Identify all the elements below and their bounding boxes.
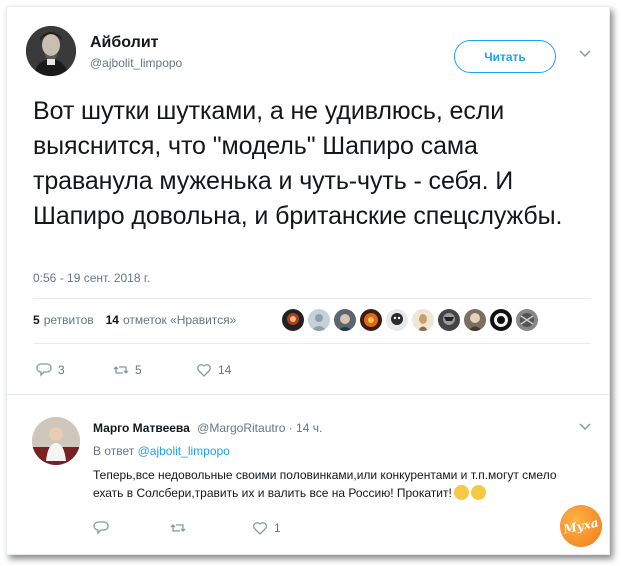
reply-to-prefix: В ответ [93, 444, 135, 458]
reply-author-handle[interactable]: @MargoRitautro [197, 421, 285, 435]
reply-retweet-action[interactable] [170, 520, 192, 536]
reply-author-avatar[interactable] [32, 417, 80, 465]
smiling-emoji-icon [470, 485, 486, 500]
tweet-stats: 5 ретвитов 14 отметок «Нравится» [33, 313, 236, 327]
chevron-down-icon[interactable] [578, 420, 592, 434]
retweet-count: 5 [135, 363, 142, 377]
liker-avatar[interactable] [516, 309, 538, 331]
liker-avatar[interactable] [412, 309, 434, 331]
liker-avatar[interactable] [282, 309, 304, 331]
reply-to-handle[interactable]: @ajbolit_limpopo [138, 444, 230, 458]
reply-header: Марго Матвеева @MargoRitautro · 14 ч. [93, 421, 322, 435]
heart-icon[interactable] [196, 362, 212, 378]
liker-avatar[interactable] [360, 309, 382, 331]
likers-avatars [282, 309, 538, 331]
reply-count: 3 [58, 363, 65, 377]
retweet-action[interactable]: 5 [113, 362, 142, 378]
like-action[interactable]: 14 [196, 362, 231, 378]
tweet-text: Вот шутки шутками, а не удивлюсь, если в… [33, 97, 563, 230]
liker-avatar[interactable] [464, 309, 486, 331]
reply-text-body: Теперь,все недовольные своими половинкам… [93, 468, 557, 500]
liker-avatar[interactable] [386, 309, 408, 331]
retweets-label: ретвитов [43, 313, 94, 327]
author-name[interactable]: Айболит [90, 34, 158, 52]
retweet-icon[interactable] [113, 362, 129, 378]
author-avatar[interactable] [26, 26, 76, 76]
likes-label: отметок «Нравится» [122, 313, 237, 327]
reply-like-count: 1 [274, 521, 281, 535]
reply-action[interactable]: 3 [36, 362, 65, 378]
author-handle[interactable]: @ajbolit_limpopo [90, 56, 182, 70]
thinking-emoji-icon [453, 485, 469, 500]
retweets-stat[interactable]: 5 ретвитов [33, 313, 94, 327]
liker-avatar[interactable] [490, 309, 512, 331]
reply-text: Теперь,все недовольные своими половинкам… [93, 466, 587, 502]
liker-avatar[interactable] [438, 309, 460, 331]
likes-stat[interactable]: 14 отметок «Нравится» [106, 313, 237, 327]
reply-reply-action[interactable] [93, 520, 115, 536]
heart-icon[interactable] [252, 520, 268, 536]
reply-like-action[interactable]: 1 [252, 520, 281, 536]
section-divider [6, 394, 610, 395]
reply-to-line: В ответ @ajbolit_limpopo [93, 444, 230, 458]
follow-button[interactable]: Читать [454, 40, 556, 73]
reply-author-name[interactable]: Марго Матвеева [93, 421, 190, 435]
divider [33, 298, 591, 299]
liker-avatar[interactable] [334, 309, 356, 331]
chevron-down-icon[interactable] [578, 47, 592, 61]
likes-count: 14 [105, 313, 119, 327]
retweet-icon[interactable] [170, 520, 186, 536]
divider [33, 343, 591, 344]
reply-icon[interactable] [36, 362, 52, 378]
reply-time[interactable]: · 14 ч. [289, 421, 323, 435]
liker-avatar[interactable] [308, 309, 330, 331]
reply-icon[interactable] [93, 520, 109, 536]
tweet-timestamp[interactable]: 0:56 - 19 сент. 2018 г. [33, 271, 150, 285]
like-count: 14 [218, 363, 232, 377]
retweets-count: 5 [33, 313, 40, 327]
